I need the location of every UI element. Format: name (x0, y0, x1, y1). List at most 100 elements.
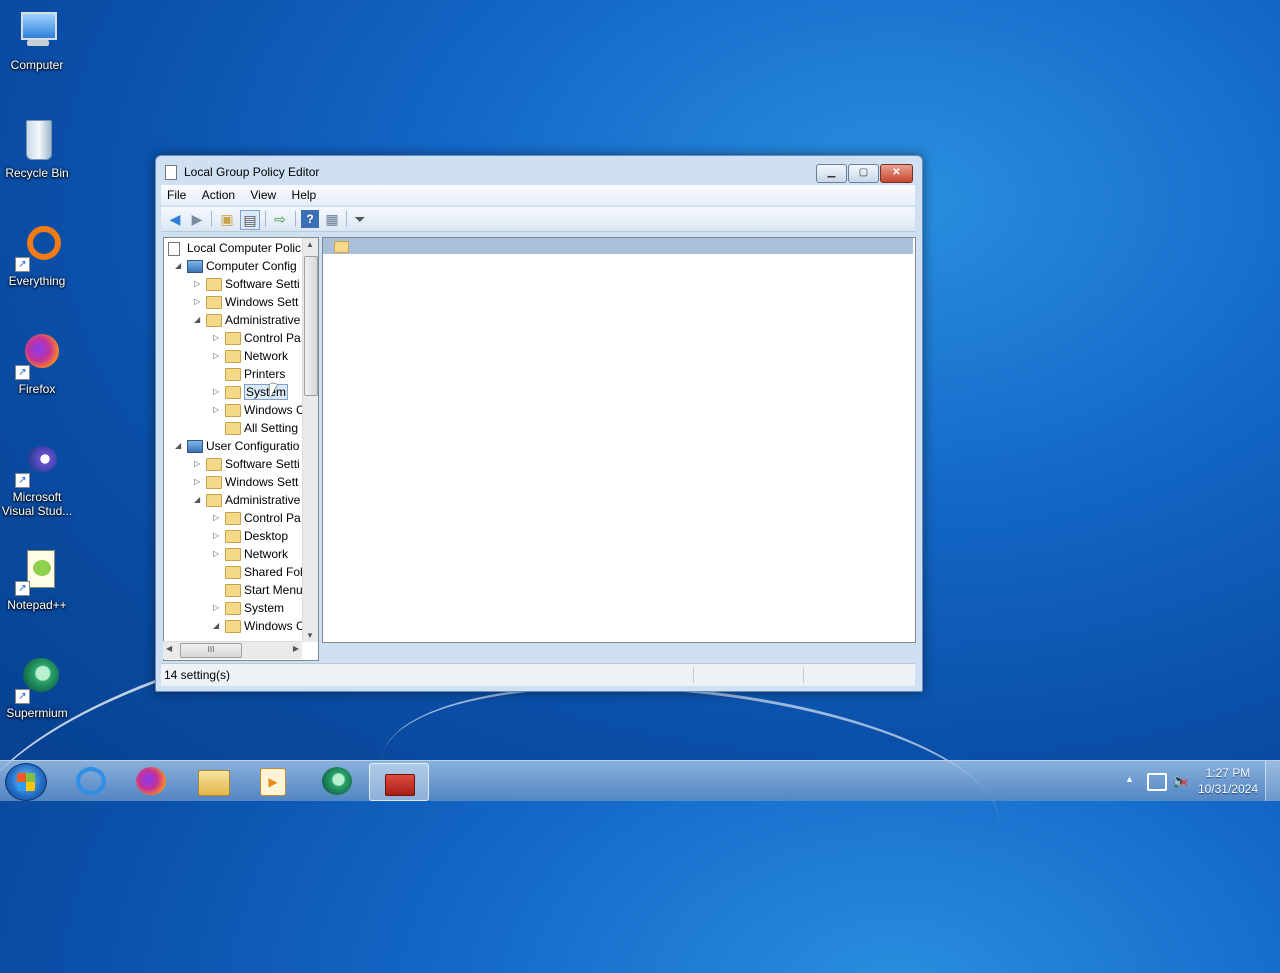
taskbar-group-policy-editor[interactable] (369, 763, 429, 801)
taskbar-supermium[interactable] (308, 763, 366, 799)
folder-icon (225, 566, 241, 579)
tree-item-label: System (244, 384, 289, 400)
up-folder-icon[interactable]: ▣ (218, 210, 236, 228)
taskbar-firefox[interactable] (122, 763, 180, 799)
desktop-icon-supermium[interactable]: ↗ Supermium (0, 656, 74, 720)
start-button[interactable] (5, 763, 47, 801)
scroll-thumb[interactable]: III (180, 643, 242, 658)
menu-view[interactable]: View (244, 185, 282, 202)
tree-horizontal-scrollbar[interactable]: ◀ III ▶ (163, 641, 302, 659)
expand-arrow-icon[interactable]: ▷ (194, 459, 202, 468)
scroll-up-icon[interactable]: ▲ (306, 240, 314, 249)
back-arrow-icon[interactable]: ◀ (166, 210, 184, 228)
tree-item-label: Local Computer Polic (187, 241, 302, 255)
collapse-arrow-icon[interactable]: ◢ (175, 441, 183, 450)
network-icon[interactable] (1147, 773, 1167, 791)
desktop-icon-firefox[interactable]: ↗ Firefox (0, 332, 74, 396)
menu-bar: File Action View Help (161, 185, 915, 205)
folder-icon (206, 458, 222, 471)
expand-arrow-icon[interactable]: ▷ (213, 531, 221, 540)
minimize-button[interactable]: ▁ (816, 164, 847, 183)
scroll-down-icon[interactable]: ▼ (306, 631, 314, 640)
menu-action[interactable]: Action (196, 185, 241, 202)
status-divider (803, 667, 804, 683)
show-desktop-button[interactable] (1265, 761, 1280, 801)
policy-document-icon (168, 242, 180, 256)
clock[interactable]: 1:27 PM 10/31/2024 (1198, 765, 1258, 797)
details-pane[interactable] (322, 237, 916, 643)
computer-config-icon (187, 260, 203, 273)
policy-editor-icon (165, 165, 177, 180)
tree-item-label: Windows Sett (225, 475, 299, 489)
folder-icon (225, 386, 241, 399)
export-list-icon[interactable]: ⇨ (271, 210, 289, 228)
maximize-button[interactable]: ▢ (848, 164, 879, 183)
desktop-icon-label: Firefox (18, 382, 56, 396)
details-header (323, 238, 913, 254)
window-title: Local Group Policy Editor (184, 165, 320, 179)
tree-item-label: Network (244, 547, 289, 561)
desktop-icon-visual-studio[interactable]: ↗ Microsoft Visual Stud... (0, 440, 74, 518)
user-config-icon (187, 440, 203, 453)
folder-icon (225, 620, 241, 633)
tree-item-label: Windows Sett (225, 295, 299, 309)
supermium-icon: ↗ (13, 656, 61, 704)
expand-arrow-icon[interactable]: ▷ (213, 333, 221, 342)
taskbar-file-explorer[interactable] (184, 763, 242, 799)
collapse-arrow-icon[interactable]: ◢ (194, 495, 202, 504)
desktop-icon-label: Everything (8, 274, 66, 288)
expand-arrow-icon[interactable]: ▷ (194, 297, 202, 306)
status-bar: 14 setting(s) (161, 663, 915, 686)
shortcut-arrow-icon: ↗ (15, 473, 30, 488)
expand-arrow-icon[interactable]: ▷ (213, 549, 221, 558)
title-bar[interactable]: Local Group Policy Editor ▁ ▢ ✕ (156, 156, 922, 186)
expand-arrow-icon[interactable]: ▷ (213, 387, 221, 396)
folder-icon (206, 494, 222, 507)
desktop-icon-everything[interactable]: ↗ Everything (0, 224, 74, 288)
tree-pane[interactable]: Local Computer Polic ◢ Computer Config ▷ Sof… (163, 237, 319, 661)
expand-arrow-icon[interactable]: ▷ (194, 477, 202, 486)
folder-icon (225, 548, 241, 561)
tray-overflow-arrow[interactable]: ▲ (1125, 774, 1134, 784)
collapse-arrow-icon[interactable]: ◢ (194, 315, 202, 324)
desktop-icon-recycle-bin[interactable]: Recycle Bin (0, 116, 74, 180)
tree-item-label: Network (244, 349, 289, 363)
expand-arrow-icon[interactable]: ▷ (194, 279, 202, 288)
folder-icon (334, 241, 349, 253)
taskbar-media-player[interactable]: ▶ (244, 763, 302, 799)
folder-icon (225, 350, 241, 363)
tree-item-label: Software Setti (225, 457, 300, 471)
desktop-icon-label: Recycle Bin (5, 166, 69, 180)
collapse-arrow-icon[interactable]: ◢ (213, 621, 221, 630)
volume-muted-icon[interactable]: 🔈 ✕ (1172, 773, 1188, 789)
expand-arrow-icon[interactable]: ▷ (213, 603, 221, 612)
show-hide-tree-icon[interactable]: ▤ (240, 210, 260, 230)
taskbar-internet-explorer[interactable] (62, 763, 120, 799)
expand-arrow-icon[interactable]: ▷ (213, 405, 221, 414)
status-text: 14 setting(s) (164, 668, 231, 682)
supermium-icon (322, 767, 352, 795)
menu-file[interactable]: File (161, 185, 192, 202)
scroll-right-icon[interactable]: ▶ (293, 644, 299, 653)
scroll-thumb[interactable] (304, 256, 318, 396)
menu-help[interactable]: Help (286, 185, 323, 202)
toolbar-separator (265, 211, 266, 227)
folder-icon (206, 296, 222, 309)
desktop-icon-notepad-plus-plus[interactable]: ↗ Notepad++ (0, 548, 74, 612)
scroll-left-icon[interactable]: ◀ (166, 644, 172, 653)
tree-item-label: Control Pa (244, 331, 301, 345)
properties-icon[interactable]: ▦ (323, 210, 341, 228)
forward-arrow-icon[interactable]: ▶ (188, 210, 206, 228)
help-icon[interactable]: ? (301, 210, 319, 228)
close-button[interactable]: ✕ (880, 164, 913, 183)
expand-arrow-icon[interactable]: ▷ (213, 513, 221, 522)
desktop-icon-computer[interactable]: Computer (0, 8, 74, 72)
collapse-arrow-icon[interactable]: ◢ (175, 261, 183, 270)
folder-icon (225, 512, 241, 525)
expand-arrow-icon[interactable]: ▷ (213, 351, 221, 360)
status-divider (693, 667, 694, 683)
tree-vertical-scrollbar[interactable]: ▲ ▼ (302, 238, 318, 642)
filter-icon[interactable]: ⏷ (351, 210, 369, 228)
visual-studio-icon: ↗ (13, 440, 61, 488)
folder-icon (225, 602, 241, 615)
